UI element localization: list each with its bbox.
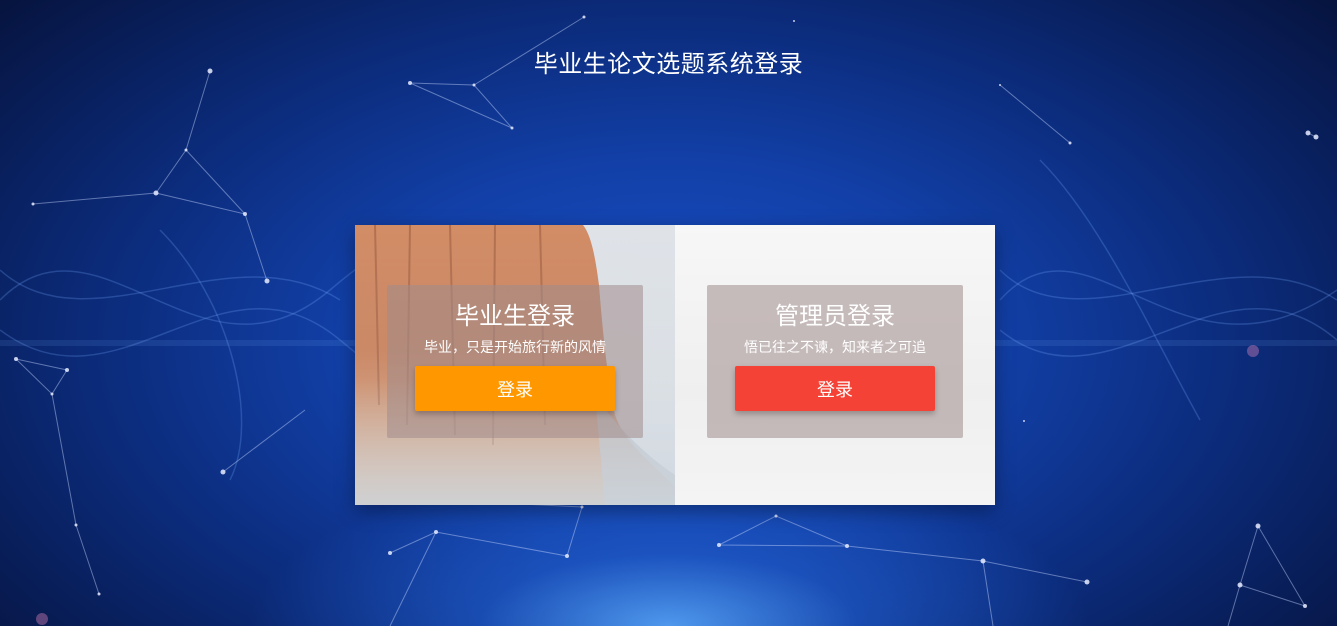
admin-login-title: 管理员登录 <box>775 302 895 330</box>
login-panel: 毕业生登录 毕业，只是开始旅行新的风情 登录 管理员登录 悟已往之不谏，知来者之… <box>355 225 995 505</box>
page-title: 毕业生论文选题系统登录 <box>533 50 804 78</box>
admin-panel: 管理员登录 悟已往之不谏，知来者之可追 登录 <box>675 225 995 505</box>
graduate-login-button[interactable]: 登录 <box>415 366 615 411</box>
graduate-login-title: 毕业生登录 <box>455 302 575 330</box>
graduate-login-card: 毕业生登录 毕业，只是开始旅行新的风情 登录 <box>387 285 643 438</box>
admin-login-subtitle: 悟已往之不谏，知来者之可追 <box>744 340 926 356</box>
admin-login-card: 管理员登录 悟已往之不谏，知来者之可追 登录 <box>707 285 963 438</box>
graduate-panel: 毕业生登录 毕业，只是开始旅行新的风情 登录 <box>355 225 675 505</box>
admin-login-button[interactable]: 登录 <box>735 366 935 411</box>
graduate-login-subtitle: 毕业，只是开始旅行新的风情 <box>424 340 606 356</box>
